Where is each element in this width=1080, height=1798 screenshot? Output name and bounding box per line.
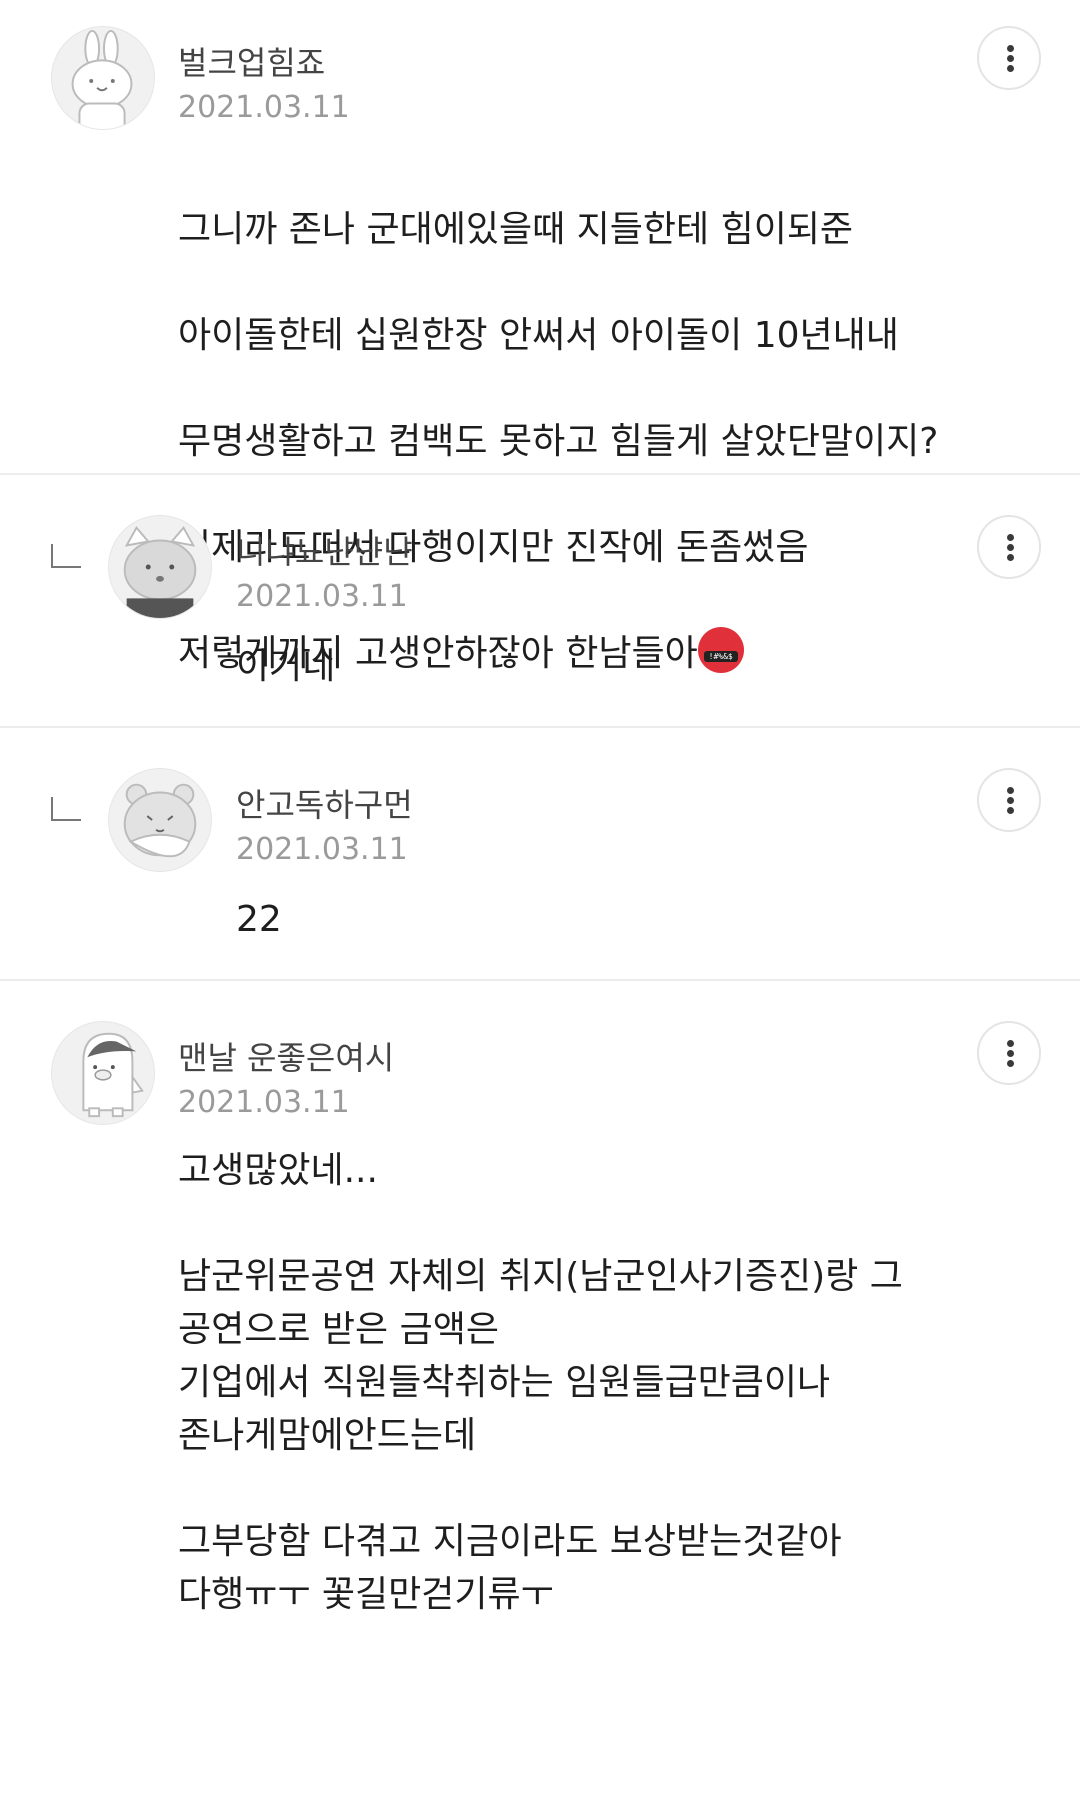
comment-text: 이거네 xyxy=(236,646,336,687)
comment-date: 2021.03.11 xyxy=(236,832,408,867)
comment-line: 그니까 존나 군대에있을때 지들한테 힘이되준 xyxy=(178,209,854,250)
more-vertical-icon[interactable] xyxy=(977,26,1041,90)
bear-avatar-icon[interactable] xyxy=(108,768,212,872)
reply-arrow-icon xyxy=(51,544,81,568)
divider xyxy=(0,979,1080,981)
more-vertical-icon[interactable] xyxy=(977,1021,1041,1085)
username[interactable]: 벌크업힘죠 xyxy=(178,38,325,84)
comment-text: 22 xyxy=(236,899,282,940)
username[interactable]: 니냐뇨냔냔냔 xyxy=(236,527,413,573)
comment-line: 무명생활하고 컴백도 못하고 힘들게 살았단말이지? xyxy=(178,421,939,462)
cat-avatar-icon[interactable] xyxy=(108,515,212,619)
divider xyxy=(0,726,1080,728)
divider xyxy=(0,473,1080,475)
comment-date: 2021.03.11 xyxy=(178,1085,350,1120)
penguin-avatar-icon[interactable] xyxy=(51,1021,155,1125)
bunny-avatar-icon[interactable] xyxy=(51,26,155,130)
more-vertical-icon[interactable] xyxy=(977,768,1041,832)
face-with-symbols-on-mouth-icon: !#%&$ xyxy=(697,627,744,673)
reply-arrow-icon xyxy=(51,797,81,821)
comment-date: 2021.03.11 xyxy=(178,90,350,125)
comment-line: 아이돌한테 십원한장 안써서 아이돌이 10년내내 xyxy=(178,315,899,356)
more-vertical-icon[interactable] xyxy=(977,515,1041,579)
comment-text: 고생많았네... 남군위문공연 자체의 취지(남군인사기증진)랑 그 공연으로 … xyxy=(178,1150,903,1615)
comment-date: 2021.03.11 xyxy=(236,579,408,614)
username[interactable]: 안고독하구먼 xyxy=(236,780,413,826)
username[interactable]: 맨날 운좋은여시 xyxy=(178,1033,394,1079)
